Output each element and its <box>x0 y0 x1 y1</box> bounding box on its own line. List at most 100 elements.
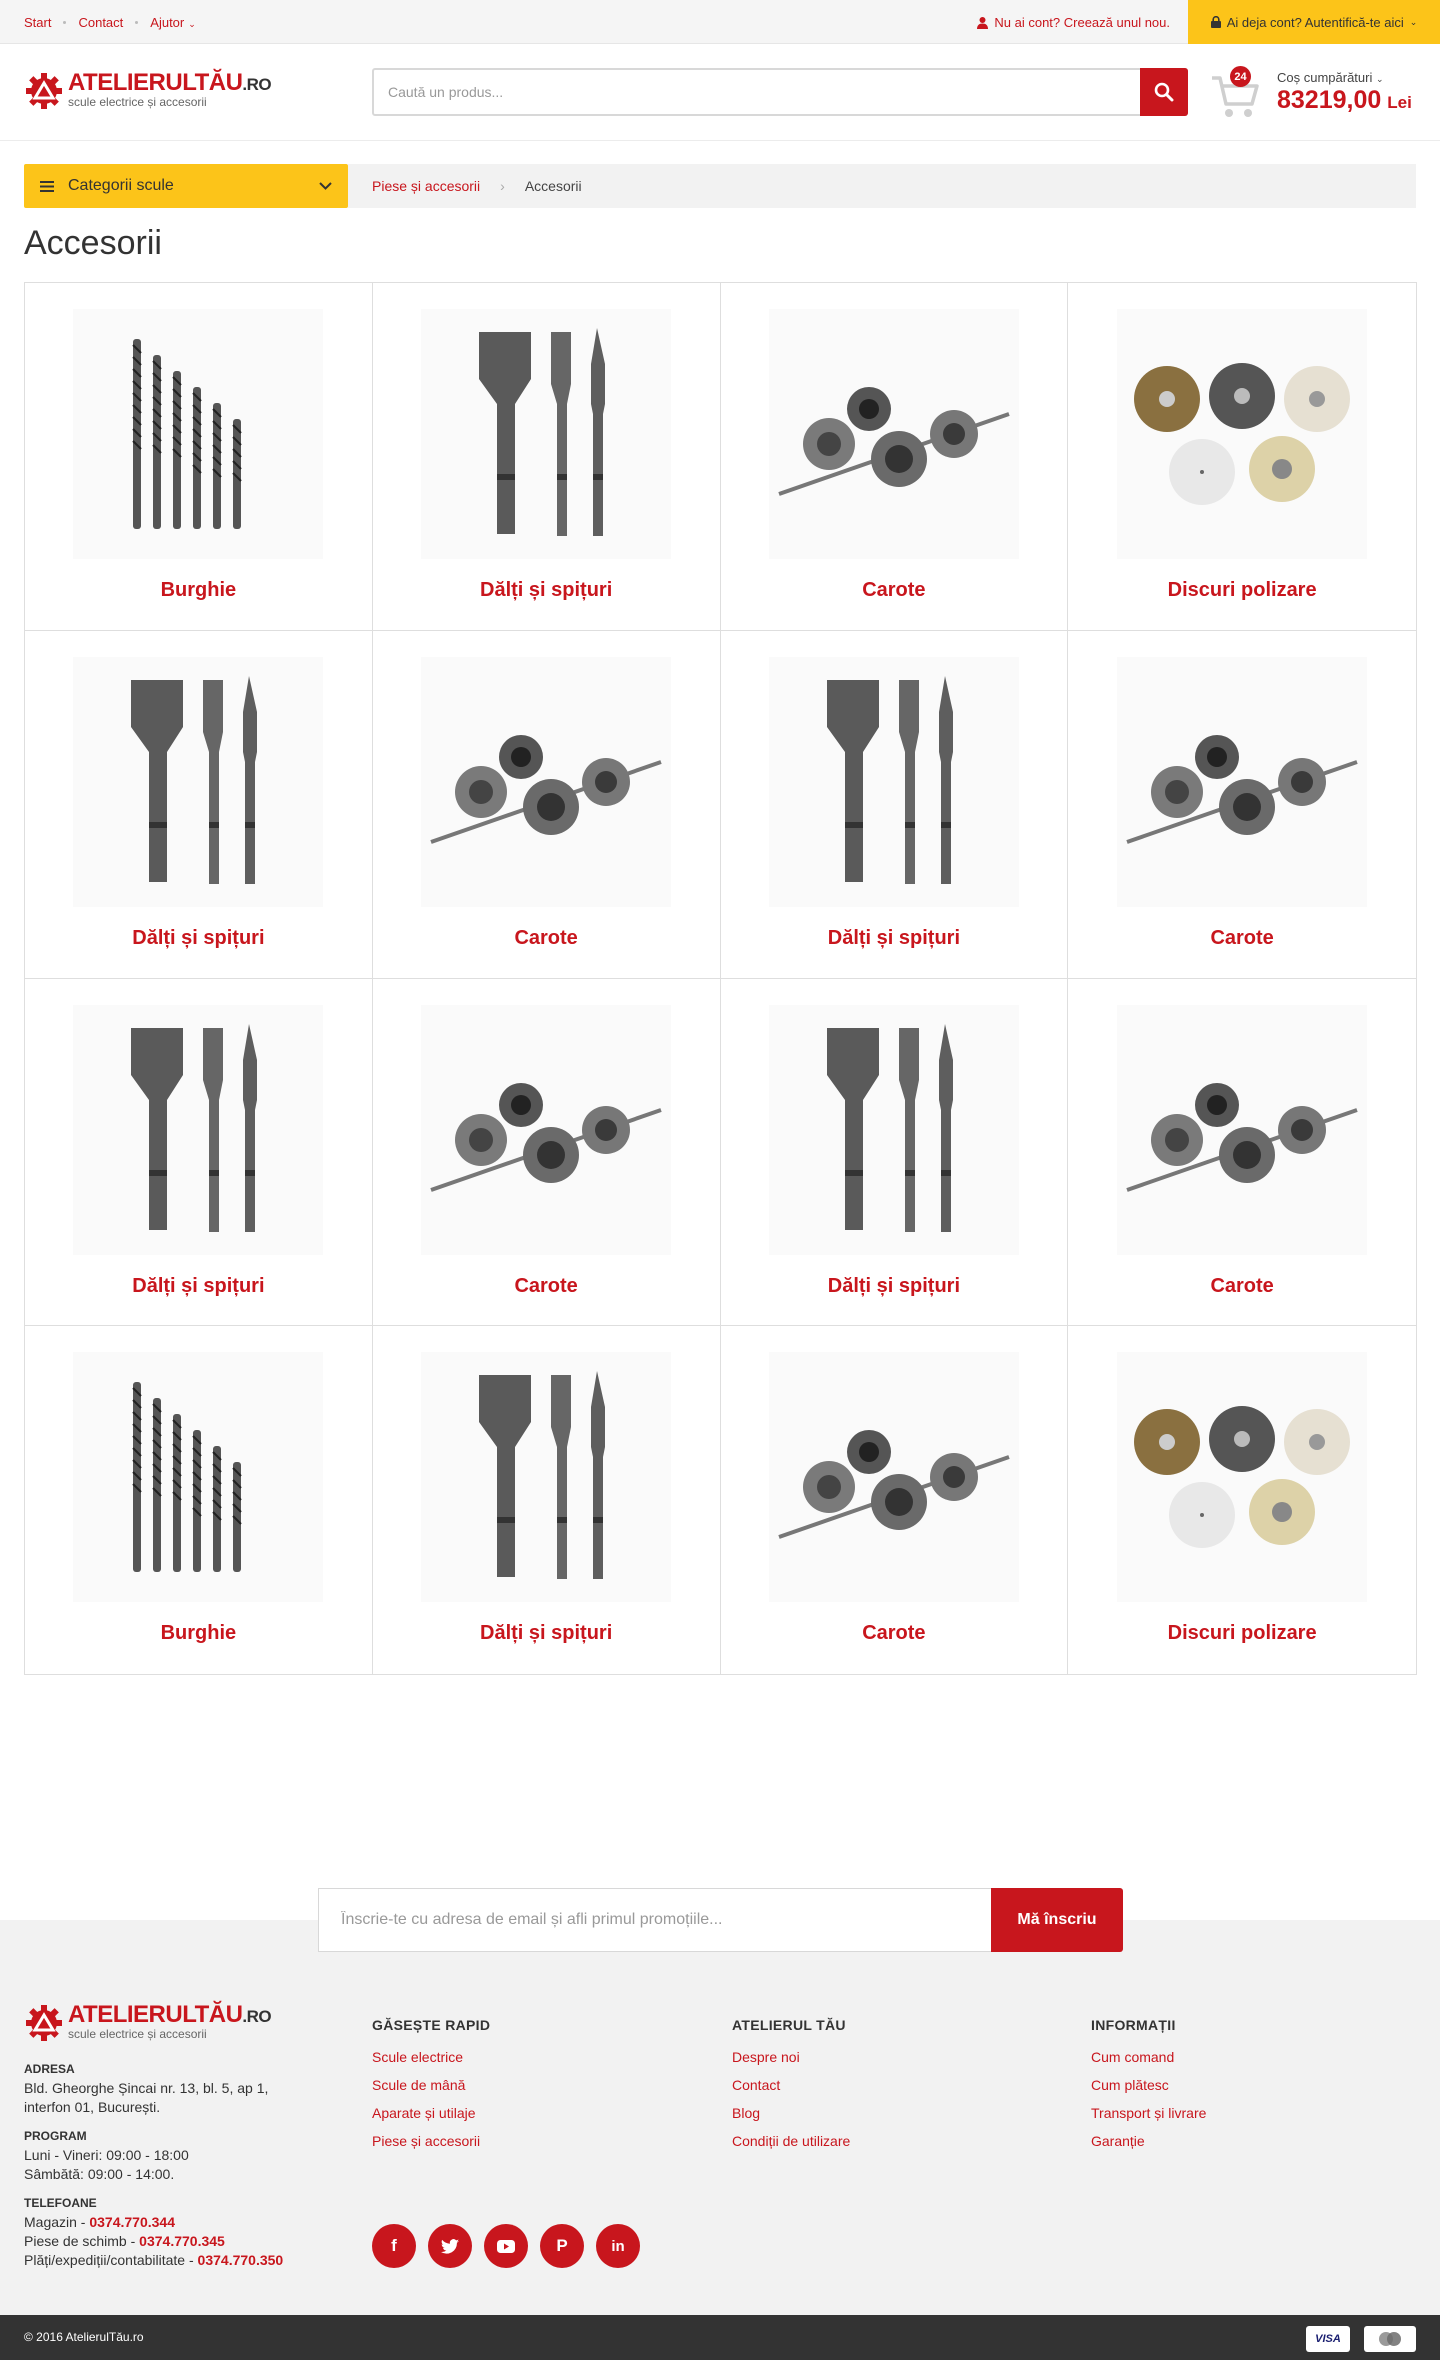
gear-logo-icon <box>26 73 62 109</box>
footer-link[interactable]: Scule electrice <box>372 2049 490 2065</box>
login-label: Ai deja cont? Autentifică-te aici <box>1226 14 1404 30</box>
bottom-bar: © 2016 AtelierulTău.ro VISA <box>0 2315 1440 2360</box>
newsletter-subscribe-button[interactable]: Mă înscriu <box>991 1888 1123 1952</box>
chisels-image <box>73 656 324 907</box>
category-card[interactable]: Discuri polizare <box>1068 1326 1416 1674</box>
category-card-label: Dălți și spițuri <box>132 926 265 949</box>
category-card[interactable]: Burghie <box>25 283 373 631</box>
category-card-label: Carote <box>862 1622 926 1645</box>
drill-bits-image <box>73 1352 324 1603</box>
lock-icon <box>1210 16 1221 28</box>
address-line: Bld. Gheorghe Șincai nr. 13, bl. 5, ap 1… <box>24 2080 269 2096</box>
category-card[interactable]: Dălți și spițuri <box>720 978 1069 1327</box>
footer-link[interactable]: Cum plătesc <box>1091 2077 1206 2093</box>
program-line: Luni - Vineri: 09:00 - 18:00 <box>24 2147 189 2163</box>
chevron-down-icon <box>319 182 332 190</box>
pinterest-icon[interactable]: P <box>540 2224 584 2268</box>
category-card[interactable]: Carote <box>1068 979 1416 1327</box>
logo[interactable]: ATELIERULTĂU.RO scule electrice și acces… <box>24 71 272 111</box>
youtube-icon[interactable] <box>484 2224 528 2268</box>
footer-link[interactable]: Aparate și utilaje <box>372 2105 490 2121</box>
register-link[interactable]: Nu ai cont? Creează unul nou. <box>977 15 1170 30</box>
mastercard-icon <box>1364 2326 1416 2352</box>
top-bar: Start Contact Ajutor ⌄ Nu ai cont? Creeaz… <box>0 0 1440 44</box>
chisels-image <box>421 1352 672 1603</box>
phones-heading: TELEFOANE <box>24 2196 97 2210</box>
phone-name: Plăți/expediții/contabilitate - <box>24 2252 198 2268</box>
category-card[interactable]: Dălți și spițuri <box>25 630 373 979</box>
footer-link[interactable]: Garanție <box>1091 2133 1206 2149</box>
footer-link[interactable]: Despre noi <box>732 2049 850 2065</box>
category-card-label: Discuri polizare <box>1167 1622 1317 1645</box>
search-icon <box>1154 82 1174 102</box>
top-nav: Start Contact Ajutor ⌄ <box>24 15 196 30</box>
twitter-icon[interactable] <box>428 2224 472 2268</box>
chevron-down-icon: ⌄ <box>1376 74 1384 84</box>
footer-link[interactable]: Scule de mână <box>372 2077 490 2093</box>
top-nav-start[interactable]: Start <box>24 15 51 30</box>
breadcrumb: Piese și accesorii › Accesorii <box>348 164 1416 208</box>
separator-dot <box>135 21 139 24</box>
category-card[interactable]: Discuri polizare <box>1068 283 1416 631</box>
footer-column-about: ATELIERUL TĂU Despre noi Contact Blog Co… <box>732 2017 850 2161</box>
footer-link[interactable]: Cum comand <box>1091 2049 1206 2065</box>
cart-widget[interactable]: 24 Coș cumpărături ⌄ 83219,00 Lei <box>1210 66 1420 122</box>
cart-label: Coș cumpărături ⌄ <box>1277 70 1384 85</box>
core-bits-image <box>421 1004 672 1255</box>
breadcrumb-current: Accesorii <box>524 178 582 194</box>
search-button[interactable] <box>1140 68 1188 116</box>
cart-label-text: Coș cumpărături <box>1277 70 1373 85</box>
phone-number[interactable]: 0374.770.345 <box>139 2233 225 2249</box>
footer-link[interactable]: Piese și accesorii <box>372 2133 490 2149</box>
category-card-label: Dălți și spițuri <box>132 1274 265 1297</box>
footer-column-title: INFORMAȚII <box>1091 2017 1176 2033</box>
category-card[interactable]: Dălți și spițuri <box>373 1326 721 1674</box>
phone-number[interactable]: 0374.770.344 <box>89 2214 175 2230</box>
category-card[interactable]: Carote <box>372 630 721 979</box>
chevron-down-icon: ⌄ <box>188 19 196 29</box>
category-card-label: Discuri polizare <box>1167 579 1317 601</box>
address-heading: ADRESA <box>24 2062 75 2076</box>
category-card[interactable]: Dălți și spițuri <box>372 283 721 631</box>
search-input[interactable] <box>374 70 1134 114</box>
page-title: Accesorii <box>24 224 162 262</box>
categories-button[interactable]: Categorii scule <box>24 164 348 208</box>
drill-bits-image <box>73 309 324 559</box>
core-bits-image <box>768 1352 1019 1603</box>
copyright: © 2016 AtelierulTău.ro <box>24 2330 144 2344</box>
login-link[interactable]: Ai deja cont? Autentifică-te aici ⌄ <box>1188 0 1440 44</box>
core-bits-image <box>1117 656 1368 907</box>
footer-column-quick: GĂSEȘTE RAPID Scule electrice Scule de m… <box>372 2017 490 2161</box>
category-grid: Burghie Dălți și spițuri Carote Discuri pol… <box>24 282 1417 1675</box>
footer-link[interactable]: Contact <box>732 2077 850 2093</box>
separator-dot <box>63 21 67 24</box>
footer-column-info: INFORMAȚII Cum comand Cum plătesc Transp… <box>1091 2017 1206 2161</box>
cart-count-badge: 24 <box>1230 66 1251 87</box>
category-card[interactable]: Dălți și spițuri <box>720 630 1069 979</box>
newsletter-form: Mă înscriu <box>318 1888 1123 1952</box>
top-nav-help[interactable]: Ajutor ⌄ <box>150 15 196 30</box>
category-card[interactable]: Carote <box>721 1326 1069 1674</box>
contact-info: ADRESA Bld. Gheorghe Șincai nr. 13, bl. … <box>24 2060 283 2270</box>
footer-link[interactable]: Transport și livrare <box>1091 2105 1206 2121</box>
newsletter-email-input[interactable] <box>318 1888 991 1952</box>
category-card[interactable]: Dălți și spițuri <box>25 978 373 1327</box>
footer-logo[interactable]: ATELIERULTĂU.RO scule electrice și acces… <box>24 2001 272 2043</box>
linkedin-icon[interactable]: in <box>596 2224 640 2268</box>
category-card[interactable]: Carote <box>372 978 721 1327</box>
footer-link[interactable]: Blog <box>732 2105 850 2121</box>
category-card[interactable]: Carote <box>720 283 1069 631</box>
footer-link[interactable]: Condiții de utilizare <box>732 2133 850 2149</box>
chisels-image <box>768 1004 1019 1255</box>
user-icon <box>977 16 989 29</box>
chisels-image <box>73 1004 324 1255</box>
category-card[interactable]: Carote <box>1068 631 1416 979</box>
facebook-icon[interactable]: f <box>372 2224 416 2268</box>
category-card[interactable]: Burghie <box>25 1326 373 1674</box>
breadcrumb-parent[interactable]: Piese și accesorii <box>372 178 480 194</box>
phone-number[interactable]: 0374.770.350 <box>198 2252 284 2268</box>
brand-name: ATELIERULTĂU <box>68 2001 243 2028</box>
grinding-discs-image <box>1117 1352 1368 1603</box>
category-card-label: Dălți și spițuri <box>827 1274 960 1297</box>
top-nav-contact[interactable]: Contact <box>78 15 123 30</box>
